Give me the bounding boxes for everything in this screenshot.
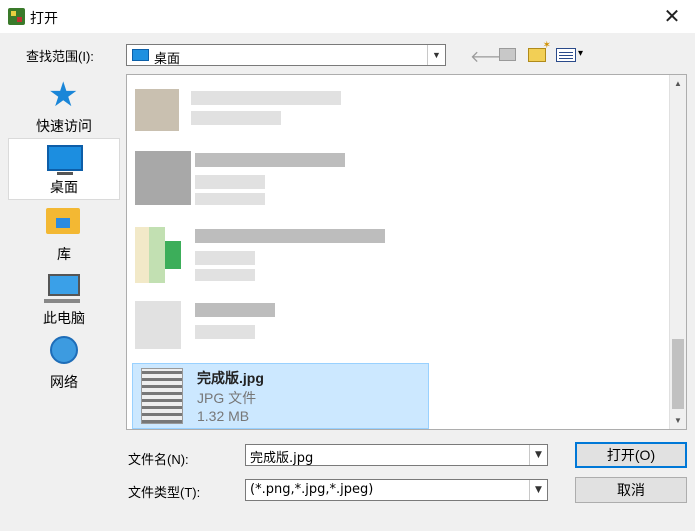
view-menu-icon[interactable] bbox=[556, 48, 576, 62]
place-label: 库 bbox=[57, 246, 71, 262]
blurred-file-item[interactable] bbox=[135, 147, 355, 209]
place-library[interactable]: 库 bbox=[8, 204, 120, 266]
image-thumbnail-icon bbox=[141, 368, 183, 424]
place-label: 快速访问 bbox=[36, 118, 92, 134]
place-desktop[interactable]: 桌面 bbox=[8, 138, 120, 200]
file-type: JPG 文件 bbox=[197, 390, 257, 406]
look-in-value: 桌面 bbox=[154, 51, 181, 66]
computer-icon bbox=[44, 274, 80, 303]
chevron-down-icon[interactable]: ▼ bbox=[529, 445, 547, 465]
vertical-scrollbar[interactable]: ▲ ▼ bbox=[669, 75, 686, 429]
filename-label: 文件名(N): bbox=[128, 452, 189, 467]
blurred-file-item[interactable] bbox=[135, 297, 355, 353]
file-item-selected[interactable]: 完成版.jpg JPG 文件 1.32 MB bbox=[132, 363, 429, 429]
place-label: 此电脑 bbox=[43, 310, 85, 326]
app-icon bbox=[8, 8, 25, 25]
places-bar: ★ 快速访问 桌面 库 此电脑 网络 bbox=[8, 76, 120, 424]
filename-input[interactable]: 完成版.jpg ▼ bbox=[245, 444, 548, 466]
filetype-dropdown[interactable]: (*.png,*.jpg,*.jpeg) ▼ bbox=[245, 479, 548, 501]
file-name: 完成版.jpg bbox=[197, 370, 264, 386]
scroll-thumb[interactable] bbox=[672, 339, 684, 409]
place-this-pc[interactable]: 此电脑 bbox=[8, 268, 120, 330]
file-list[interactable]: 完成版.jpg JPG 文件 1.32 MB ▲ ▼ bbox=[126, 74, 687, 430]
place-quick-access[interactable]: ★ 快速访问 bbox=[8, 76, 120, 138]
filetype-label: 文件类型(T): bbox=[128, 485, 201, 500]
place-network[interactable]: 网络 bbox=[8, 332, 120, 394]
network-icon bbox=[50, 336, 78, 364]
blurred-file-item[interactable] bbox=[135, 85, 355, 135]
place-label: 桌面 bbox=[50, 179, 78, 195]
close-button[interactable]: ✕ bbox=[649, 0, 695, 33]
new-folder-icon[interactable] bbox=[528, 40, 551, 62]
look-in-label: 查找范围(I): bbox=[26, 49, 94, 64]
filetype-value: (*.png,*.jpg,*.jpeg) bbox=[250, 482, 374, 497]
scroll-up-icon[interactable]: ▲ bbox=[670, 75, 686, 92]
chevron-down-icon[interactable]: ▼ bbox=[427, 45, 445, 65]
open-button[interactable]: 打开(O) bbox=[575, 442, 687, 468]
chevron-down-icon[interactable]: ▼ bbox=[529, 480, 547, 500]
view-menu-arrow-icon[interactable]: ▾ bbox=[578, 48, 583, 59]
scroll-down-icon[interactable]: ▼ bbox=[670, 412, 686, 429]
desktop-icon bbox=[132, 49, 149, 61]
place-label: 网络 bbox=[50, 374, 78, 390]
desktop-icon bbox=[47, 145, 83, 175]
star-icon: ★ bbox=[48, 76, 79, 114]
cancel-button[interactable]: 取消 bbox=[575, 477, 687, 503]
look-in-dropdown[interactable]: 桌面 ▼ bbox=[126, 44, 446, 66]
library-icon bbox=[46, 208, 80, 234]
title-bar: 打开 ✕ bbox=[0, 0, 695, 33]
blurred-file-item[interactable] bbox=[135, 223, 395, 289]
up-folder-icon[interactable] bbox=[499, 48, 516, 61]
filename-value: 完成版.jpg bbox=[250, 451, 314, 466]
window-title: 打开 bbox=[30, 10, 58, 26]
file-size: 1.32 MB bbox=[197, 408, 250, 424]
